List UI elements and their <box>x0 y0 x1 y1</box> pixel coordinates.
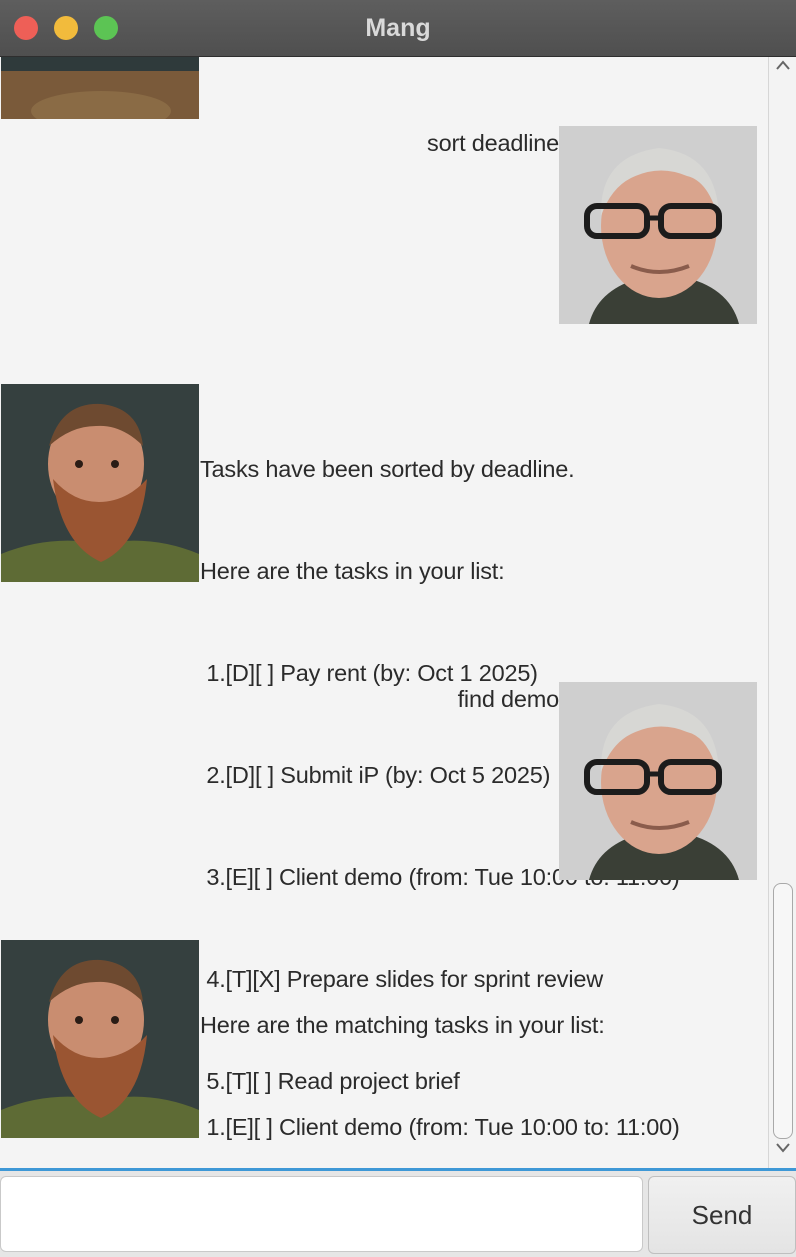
input-bar: Send <box>0 1168 796 1257</box>
bot-avatar <box>1 940 199 1138</box>
user-message-text: sort deadline <box>427 130 559 156</box>
chevron-up-icon[interactable] <box>769 59 796 83</box>
user-message-text: find demo <box>457 686 560 712</box>
send-button[interactable]: Send <box>648 1176 796 1254</box>
task-item: 1.[E][ ] Client demo (from: Tue 10:00 to… <box>200 1114 680 1140</box>
bot-avatar <box>1 384 199 582</box>
bot-message-line: Here are the tasks in your list: <box>200 558 505 584</box>
user-avatar <box>559 682 757 880</box>
window-title: Mang <box>365 14 431 42</box>
bot-avatar-partial <box>1 57 199 119</box>
bot-message-line: Tasks have been sorted by deadline. <box>200 456 575 482</box>
message-input[interactable] <box>0 1176 643 1252</box>
vertical-scrollbar[interactable] <box>768 57 796 1168</box>
title-bar: Mang <box>0 0 796 57</box>
bot-message-line: Here are the matching tasks in your list… <box>200 1012 605 1038</box>
bot-message: Here are the matching tasks in your list… <box>200 940 680 1168</box>
chat-scroll-area[interactable]: sort deadline Tasks have been sorted by … <box>0 57 768 1168</box>
scrollbar-thumb[interactable] <box>773 883 793 1139</box>
user-avatar <box>559 126 757 324</box>
chevron-down-icon[interactable] <box>769 1142 796 1166</box>
